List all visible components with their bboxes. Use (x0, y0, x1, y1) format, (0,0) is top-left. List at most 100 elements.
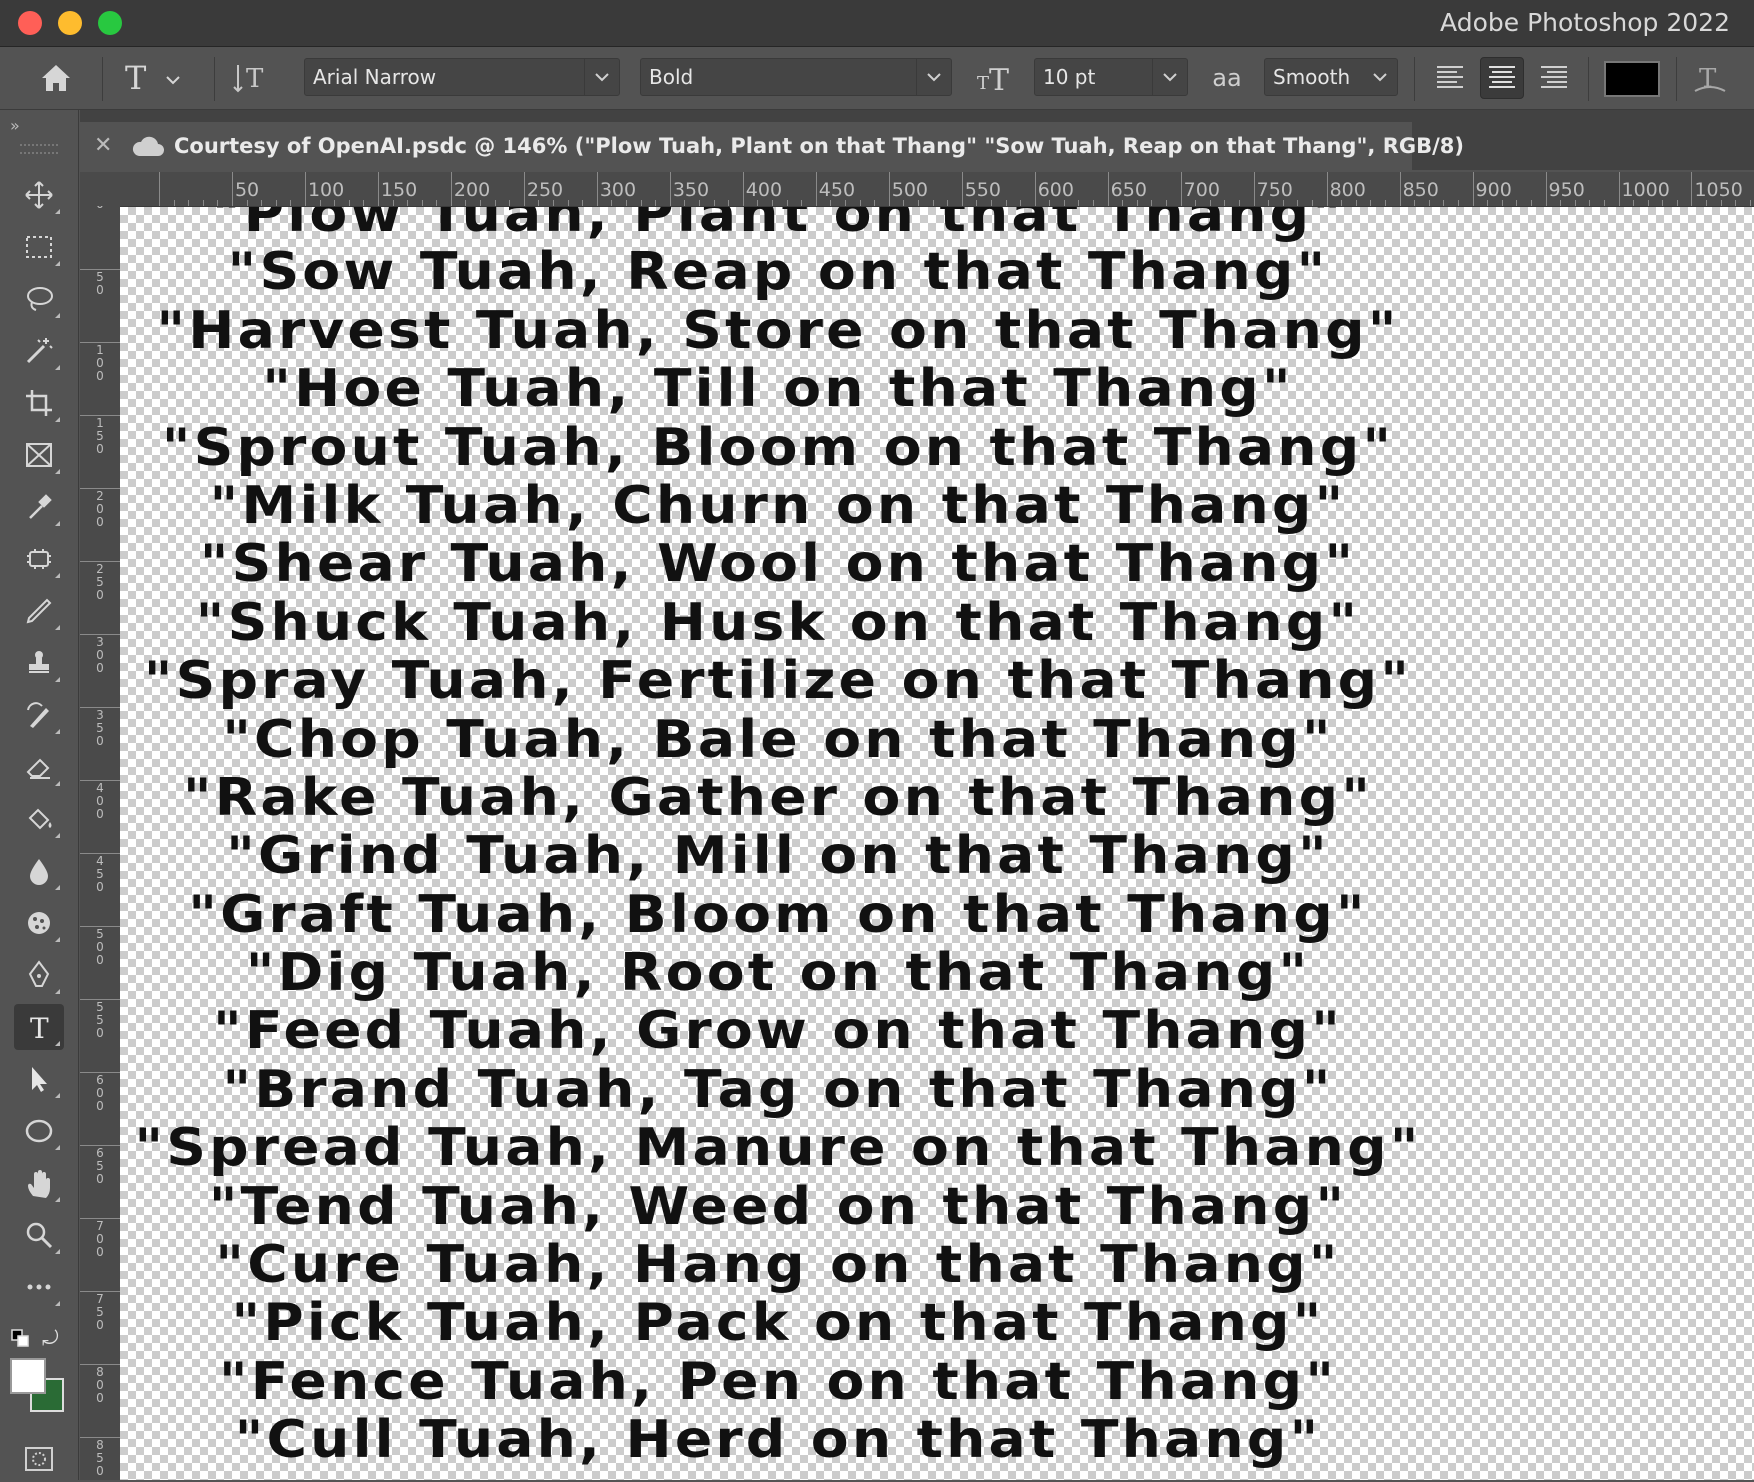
quick-mask-button[interactable] (14, 1436, 64, 1482)
chevron-down-icon (927, 73, 941, 82)
hand-icon (28, 1170, 50, 1198)
frame-icon (26, 443, 52, 467)
panel-grip[interactable] (20, 144, 58, 154)
tool-path-select[interactable] (14, 1056, 64, 1102)
document-canvas[interactable]: "Plow Tuah, Plant on that Thang" "Sow Tua… (120, 207, 1754, 1480)
tool-type[interactable]: T (14, 1004, 64, 1050)
submenu-corner-icon (55, 677, 60, 682)
antialias-icon: aa (1212, 64, 1242, 92)
document-tab[interactable]: ✕ Courtesy of OpenAI.psdc @ 146% ("Plow … (80, 122, 1464, 170)
submenu-corner-icon (55, 469, 60, 474)
tool-brush[interactable] (14, 588, 64, 634)
cloud-icon (132, 136, 164, 156)
ruler-label: 800 (96, 1364, 104, 1405)
svg-text:T: T (977, 73, 989, 94)
photoshop-window: { "window": { "title": "Adobe Photoshop … (0, 0, 1754, 1480)
font-size-select[interactable]: 10 pt (1034, 58, 1188, 96)
align-right-button[interactable] (1532, 57, 1576, 99)
align-center-button[interactable] (1480, 57, 1524, 99)
home-button[interactable] (34, 57, 78, 99)
tool-stamp[interactable] (14, 640, 64, 686)
foreground-color-swatch[interactable] (10, 1358, 46, 1394)
submenu-corner-icon (55, 937, 60, 942)
text-layer[interactable]: "Plow Tuah, Plant on that Thang" "Sow Tua… (120, 207, 1436, 1470)
font-family-select[interactable]: Arial Narrow (304, 58, 620, 96)
tool-eyedropper[interactable] (14, 484, 64, 530)
submenu-corner-icon (55, 833, 60, 838)
align-right-icon (1541, 66, 1567, 88)
quick-mask-icon (25, 1447, 53, 1471)
antialias-value: Smooth (1273, 65, 1351, 89)
ruler-label: 950 (1548, 179, 1585, 201)
ruler-label: 650 (96, 1145, 104, 1186)
crop-icon (26, 390, 52, 416)
tool-ellipse[interactable] (14, 1108, 64, 1154)
submenu-corner-icon (55, 209, 60, 214)
ruler-label: 750 (1256, 179, 1293, 201)
ruler-label: 300 (599, 179, 637, 201)
tool-marquee[interactable] (14, 224, 64, 270)
collapse-panel-icon[interactable]: » (10, 116, 20, 135)
ruler-label: 550 (964, 179, 1001, 201)
warp-text-icon: T (1694, 64, 1726, 94)
submenu-corner-icon (55, 1093, 60, 1098)
default-colors-icon[interactable] (10, 1328, 32, 1350)
pen-icon (28, 960, 50, 987)
type-tool-preset-button[interactable]: T (116, 57, 190, 99)
minimize-window-button[interactable] (58, 11, 82, 35)
tool-history-brush[interactable] (14, 692, 64, 738)
svg-text:T: T (1699, 64, 1717, 94)
font-style-select[interactable]: Bold (640, 58, 952, 96)
svg-text:T: T (989, 63, 1009, 95)
ruler-label: 700 (1183, 179, 1220, 201)
ruler-origin[interactable] (80, 172, 120, 206)
align-left-button[interactable] (1428, 57, 1472, 99)
ellipse-icon (25, 1119, 53, 1143)
canvas-text-line: "Shear Tuah, Wool on that Thang" (199, 534, 1357, 595)
ruler-label: 750 (96, 1291, 104, 1332)
tool-lasso[interactable] (14, 276, 64, 322)
tool-frame[interactable] (14, 432, 64, 478)
submenu-corner-icon (55, 313, 60, 318)
warp-text-button[interactable]: T (1688, 57, 1732, 99)
chevron-down-icon (595, 73, 609, 82)
tool-sponge[interactable] (14, 900, 64, 946)
zoom-window-button[interactable] (98, 11, 122, 35)
ruler-label: 450 (818, 179, 856, 201)
canvas-text-line: "Grind Tuah, Mill on that Thang" (226, 826, 1330, 887)
canvas-text-line: "Milk Tuah, Churn on that Thang" (209, 475, 1347, 536)
vertical-ruler[interactable]: 0 50 100 150 200 250 300 350 400 450 500 550 600 650 7… (80, 206, 120, 1480)
ruler-label: 150 (96, 415, 104, 456)
canvas-text-line: "Cull Tuah, Herd on that Thang" (234, 1410, 1322, 1471)
text-orientation-button[interactable]: T (228, 57, 272, 99)
antialias-select[interactable]: Smooth (1264, 58, 1398, 96)
swap-colors-icon[interactable]: ⤾ (42, 1326, 59, 1350)
chevron-down-icon (1163, 73, 1177, 82)
tool-more-tools[interactable] (14, 1264, 64, 1310)
close-window-button[interactable] (18, 11, 42, 35)
text-color-swatch[interactable] (1604, 61, 1660, 97)
tool-bucket[interactable] (14, 796, 64, 842)
ruler-label: 250 (96, 561, 104, 602)
canvas-text-line: "Brand Tuah, Tag on that Thang" (222, 1059, 1334, 1120)
submenu-corner-icon (55, 521, 60, 526)
document-tab-title: Courtesy of OpenAI.psdc @ 146% ("Plow Tu… (174, 134, 1464, 158)
ruler-label: 150 (380, 179, 418, 201)
ruler-label: 1050 (1694, 179, 1743, 201)
submenu-corner-icon (55, 729, 60, 734)
tool-patch[interactable] (14, 536, 64, 582)
tool-eraser[interactable] (14, 744, 64, 790)
tool-move[interactable] (14, 172, 64, 218)
tool-crop[interactable] (14, 380, 64, 426)
tool-pen[interactable] (14, 952, 64, 998)
close-tab-icon[interactable]: ✕ (94, 133, 112, 158)
tool-zoom[interactable] (14, 1212, 64, 1258)
tool-magic-wand[interactable] (14, 328, 64, 374)
tool-hand[interactable] (14, 1160, 64, 1206)
align-left-icon (1437, 66, 1463, 88)
canvas-text-line: "Plow Tuah, Plant on that Thang" (211, 207, 1345, 244)
horizontal-ruler[interactable]: 50 100 150 200 250 300 350 400 450 500 550 600 650 70… (80, 172, 1754, 207)
sponge-icon (28, 912, 50, 934)
tool-blur[interactable] (14, 848, 64, 894)
font-size-value: 10 pt (1043, 65, 1096, 89)
